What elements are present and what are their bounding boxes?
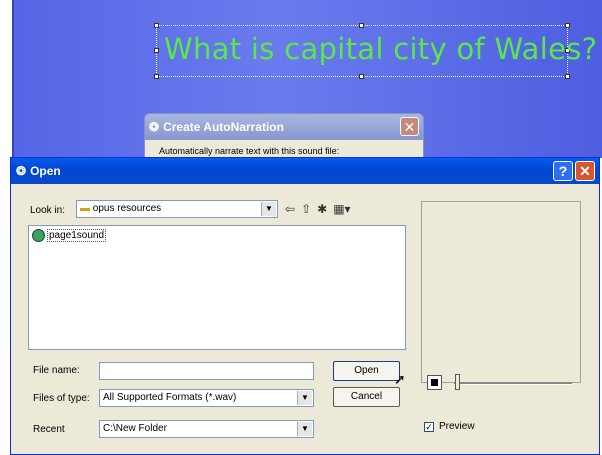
autonarration-titlebar: ❂ Create AutoNarration — [145, 114, 423, 140]
recent-value: C:\New Folder — [103, 423, 167, 434]
playback-slider[interactable] — [454, 382, 572, 385]
stop-icon — [431, 379, 438, 386]
open-dialog-titlebar: ❂ Open — [11, 158, 599, 184]
cancel-button[interactable]: Cancel — [333, 387, 400, 407]
resize-handle[interactable] — [565, 74, 570, 79]
open-dialog: ❂ Open ? ✕ Look in: ▬ opus resources ▼ ⇦… — [10, 157, 600, 455]
help-button[interactable]: ? — [553, 161, 573, 181]
autonarration-title: Create AutoNarration — [163, 120, 284, 134]
resize-handle[interactable] — [359, 23, 364, 28]
app-icon: ❂ — [16, 164, 27, 178]
autonarration-description: Automatically narrate text with this sou… — [159, 146, 340, 156]
up-folder-icon[interactable]: ⇧ — [301, 202, 311, 216]
resize-handle[interactable] — [565, 23, 570, 28]
mouse-cursor-icon: ➚ — [394, 371, 406, 387]
stop-button[interactable] — [427, 375, 442, 390]
recent-label: Recent — [33, 424, 65, 435]
close-button[interactable]: ✕ — [575, 161, 595, 181]
look-in-value: opus resources — [92, 203, 162, 214]
list-item[interactable]: page1sound — [32, 229, 107, 242]
file-name-input[interactable] — [99, 362, 314, 380]
preview-label: Preview — [439, 421, 475, 432]
close-icon[interactable]: ✕ — [400, 117, 419, 136]
file-name-label: File name: — [33, 365, 80, 376]
resize-handle[interactable] — [359, 74, 364, 79]
chevron-down-icon: ▼ — [297, 391, 312, 405]
sound-file-icon — [32, 229, 45, 242]
resize-handle[interactable] — [154, 74, 159, 79]
folder-icon: ▬ — [80, 203, 90, 214]
resize-handle[interactable] — [154, 23, 159, 28]
chevron-down-icon: ▼ — [297, 422, 312, 436]
look-in-select[interactable]: ▬ opus resources ▼ — [76, 200, 278, 218]
files-of-type-value: All Supported Formats (*.wav) — [103, 392, 237, 403]
recent-select[interactable]: C:\New Folder ▼ — [99, 420, 314, 438]
files-of-type-select[interactable]: All Supported Formats (*.wav) ▼ — [99, 389, 314, 407]
open-dialog-title: Open — [30, 164, 61, 178]
preview-checkbox[interactable]: ✓ — [424, 422, 434, 432]
view-menu-icon[interactable]: ▦▾ — [333, 202, 350, 216]
slider-thumb[interactable] — [455, 374, 460, 390]
file-item-name: page1sound — [47, 229, 107, 242]
slide-edge — [12, 0, 14, 158]
navigation-toolbar: ⇦ ⇧ ✱ ▦▾ — [285, 202, 351, 216]
open-button[interactable]: Open — [333, 361, 400, 381]
resize-handle[interactable] — [154, 48, 159, 53]
file-list[interactable]: page1sound — [28, 225, 406, 350]
files-of-type-label: Files of type: — [33, 393, 90, 404]
chevron-down-icon: ▼ — [261, 202, 276, 216]
canvas-margin — [0, 0, 12, 158]
app-icon: ❂ — [149, 120, 160, 134]
look-in-label: Look in: — [30, 205, 66, 216]
new-folder-icon[interactable]: ✱ — [317, 202, 327, 216]
preview-pane — [421, 201, 581, 383]
slide-title[interactable]: What is capital city of Wales? — [164, 32, 597, 66]
back-icon[interactable]: ⇦ — [285, 202, 295, 216]
